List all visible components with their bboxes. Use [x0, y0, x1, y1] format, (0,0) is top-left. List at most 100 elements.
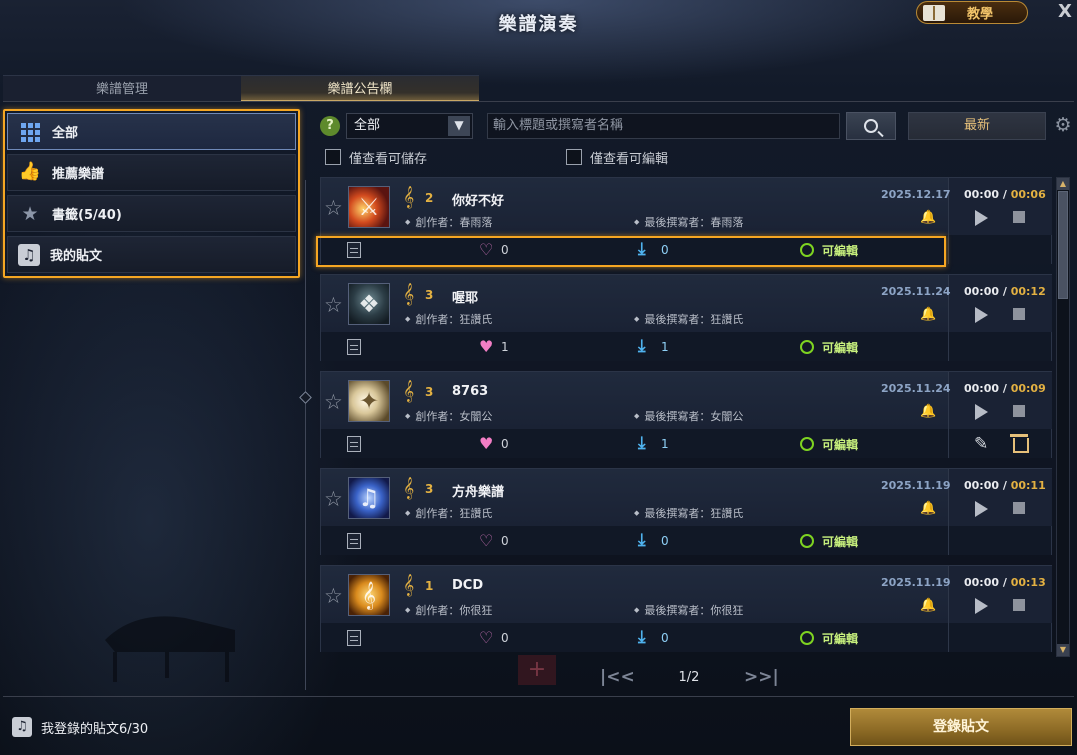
difficulty-level: 3 — [425, 385, 434, 399]
search-button[interactable] — [846, 112, 896, 140]
list-item[interactable]: ☆ ❖ 𝄞 3 喔耶 創作者：狂讚氏 最後撰寫者：狂讚氏 2025.11.24 … — [320, 274, 1052, 361]
download-icon[interactable]: ⤓ — [638, 627, 646, 647]
stop-icon[interactable] — [1013, 308, 1025, 320]
tab-bar: 樂譜管理 樂譜公告欄 — [3, 75, 479, 102]
alarm-bell-icon: 🔔 — [920, 598, 937, 613]
document-icon[interactable] — [347, 339, 361, 355]
bookmark-star-icon[interactable]: ☆ — [324, 196, 343, 220]
my-posts-label: 我登錄的貼文6/30 — [41, 721, 149, 737]
card-stats: ♥ 1 ⤓ 1 可編輯 — [321, 332, 948, 361]
playback-time: 00:00 / 00:12 — [964, 285, 1046, 298]
card-actions — [948, 235, 1052, 264]
sidebar-item-label: 書籤(5/40) — [52, 208, 122, 223]
card-player — [948, 566, 1052, 623]
first-page-icon[interactable]: |<< — [600, 667, 635, 687]
heart-icon[interactable]: ♡ — [479, 531, 493, 550]
score-thumbnail: ⚔ — [348, 186, 390, 228]
composer: 創作者：狂讚氏 — [405, 311, 492, 327]
download-icon[interactable]: ⤓ — [638, 530, 646, 550]
editable-status-icon — [800, 534, 814, 548]
my-posts-counter: ♫ 我登錄的貼文6/30 — [12, 716, 148, 738]
checkbox-box — [325, 149, 341, 165]
heart-icon[interactable]: ♥ — [479, 434, 493, 453]
bookmark-star-icon[interactable]: ☆ — [324, 293, 343, 317]
download-icon[interactable]: ⤓ — [638, 433, 646, 453]
scroll-thumb[interactable] — [1058, 191, 1068, 299]
document-icon[interactable] — [347, 242, 361, 258]
card-player — [948, 372, 1052, 429]
star-icon: ★ — [21, 202, 39, 225]
play-icon[interactable] — [975, 404, 988, 420]
stop-icon[interactable] — [1013, 599, 1025, 611]
heart-icon[interactable]: ♡ — [479, 240, 493, 259]
checkbox-label: 僅查看可編輯 — [590, 151, 669, 167]
only-editable-checkbox[interactable]: 僅查看可編輯 — [566, 148, 669, 167]
edit-icon[interactable]: ✎ — [974, 434, 988, 454]
stop-icon[interactable] — [1013, 211, 1025, 223]
register-post-button[interactable]: 登錄貼文 — [850, 708, 1072, 746]
stop-icon[interactable] — [1013, 502, 1025, 514]
last-page-icon[interactable]: >>| — [744, 667, 779, 687]
gear-icon[interactable]: ⚙ — [1053, 115, 1073, 135]
play-icon[interactable] — [975, 307, 988, 323]
search-input[interactable]: 輸入標題或撰寫者名稱 — [487, 113, 840, 139]
scroll-down-icon[interactable]: ▼ — [1057, 644, 1069, 656]
tutorial-button[interactable]: 教學 — [916, 1, 1028, 24]
help-icon[interactable]: ? — [320, 116, 340, 136]
alarm-bell-icon: 🔔 — [920, 404, 937, 419]
bookmark-star-icon[interactable]: ☆ — [324, 390, 343, 414]
bookmark-star-icon[interactable]: ☆ — [324, 584, 343, 608]
playback-time: 00:00 / 00:09 — [964, 382, 1046, 395]
like-count: 0 — [501, 631, 509, 645]
post-date: 2025.11.19 — [881, 576, 951, 589]
tab-score-board[interactable]: 樂譜公告欄 — [241, 75, 479, 102]
score-list: ☆ ⚔ 𝄞 2 你好不好 創作者：春雨落 最後撰寫者：春雨落 2025.12.1… — [320, 177, 1052, 657]
play-icon[interactable] — [975, 210, 988, 226]
treble-clef-icon: 𝄞 — [403, 477, 415, 499]
scroll-up-icon[interactable]: ▲ — [1057, 178, 1069, 190]
stop-icon[interactable] — [1013, 405, 1025, 417]
card-player — [948, 178, 1052, 235]
last-editor: 最後撰寫者：你很狂 — [634, 602, 743, 618]
download-icon[interactable]: ⤓ — [638, 239, 646, 259]
document-icon[interactable] — [347, 436, 361, 452]
filter-dropdown[interactable]: 全部 ▼ — [346, 113, 473, 139]
song-title: 喔耶 — [452, 291, 479, 306]
list-item[interactable]: ☆ 𝄞 𝄞 1 DCD 創作者：你很狂 最後撰寫者：你很狂 2025.11.19… — [320, 565, 1052, 652]
scrollbar[interactable]: ▲ ▼ — [1056, 177, 1070, 657]
difficulty-level: 2 — [425, 191, 434, 205]
tab-score-management[interactable]: 樂譜管理 — [3, 75, 241, 102]
sidebar-item-all[interactable]: 全部 — [7, 113, 296, 150]
document-icon[interactable] — [347, 533, 361, 549]
close-icon[interactable]: X — [1055, 1, 1075, 23]
play-icon[interactable] — [975, 501, 988, 517]
play-icon[interactable] — [975, 598, 988, 614]
sidebar-item-my-posts[interactable]: ♫ 我的貼文 — [7, 236, 296, 273]
page-indicator: 1/2 — [678, 670, 700, 685]
editable-status-icon — [800, 631, 814, 645]
list-item[interactable]: ☆ ⚔ 𝄞 2 你好不好 創作者：春雨落 最後撰寫者：春雨落 2025.12.1… — [320, 177, 1052, 264]
download-icon[interactable]: ⤓ — [638, 336, 646, 356]
only-saveable-checkbox[interactable]: 僅查看可儲存 — [325, 148, 427, 167]
sidebar-item-bookmarks[interactable]: ★ 書籤(5/40) — [7, 195, 296, 232]
last-editor: 最後撰寫者：女闇公 — [634, 408, 743, 424]
playback-time: 00:00 / 00:06 — [964, 188, 1046, 201]
chevron-down-icon: ▼ — [448, 116, 470, 136]
sidebar-item-recommended[interactable]: 👍 推薦樂譜 — [7, 154, 296, 191]
trash-icon[interactable] — [1010, 434, 1029, 453]
download-count: 0 — [661, 534, 669, 548]
list-item[interactable]: ☆ ♫ 𝄞 3 方舟樂譜 創作者：狂讚氏 最後撰寫者：狂讚氏 2025.11.1… — [320, 468, 1052, 555]
song-title: 方舟樂譜 — [452, 485, 505, 500]
score-thumbnail: ✦ — [348, 380, 390, 422]
footer-divider — [3, 696, 1074, 697]
treble-clef-icon: 𝄞 — [403, 186, 415, 208]
bookmark-star-icon[interactable]: ☆ — [324, 487, 343, 511]
card-stats: ♡ 0 ⤓ 0 可編輯 — [321, 623, 948, 652]
heart-icon[interactable]: ♥ — [479, 337, 493, 356]
sort-latest-button[interactable]: 最新 — [908, 112, 1046, 140]
document-icon[interactable] — [347, 630, 361, 646]
list-item[interactable]: ✎ ☆ ✦ 𝄞 3 8763 創作者：女闇公 最後撰寫者：女闇公 2025.11… — [320, 371, 1052, 458]
heart-icon[interactable]: ♡ — [479, 628, 493, 647]
card-actions — [948, 623, 1052, 652]
like-count: 0 — [501, 534, 509, 548]
